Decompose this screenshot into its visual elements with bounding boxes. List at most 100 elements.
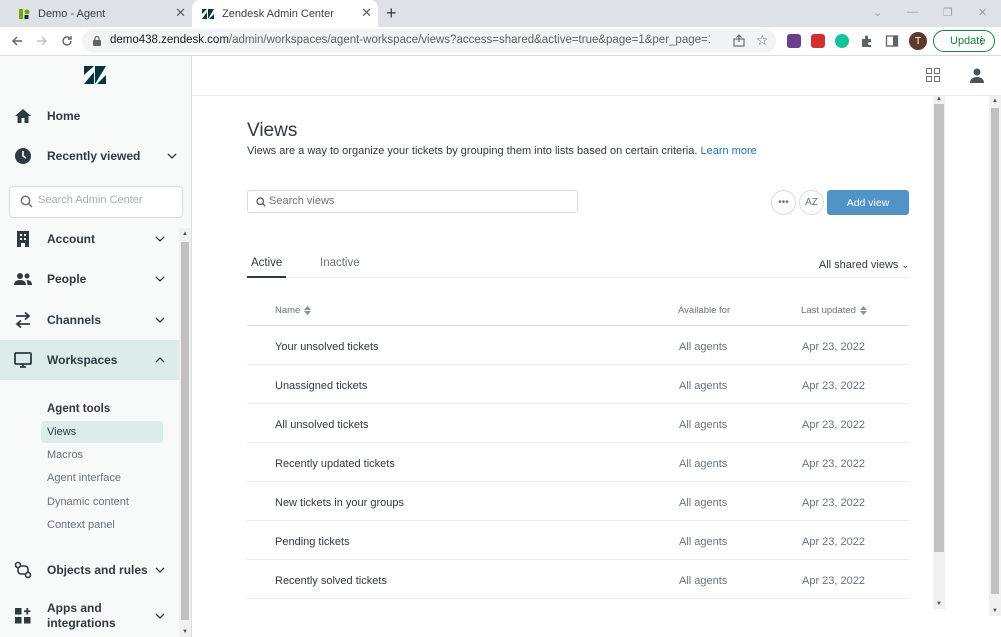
chevron-down-icon <box>155 567 165 573</box>
view-last-updated: Apr 23, 2022 <box>802 419 865 431</box>
sidebar-scrollbar[interactable]: ▲ ▼ <box>179 228 191 637</box>
view-name: Recently solved tickets <box>275 575 387 587</box>
lock-icon <box>93 35 101 46</box>
view-last-updated: Apr 23, 2022 <box>802 575 865 587</box>
table-row[interactable]: Your unsolved tickets All agents Apr 23,… <box>247 326 909 365</box>
grammarly-extension-icon[interactable] <box>835 34 849 48</box>
minimize-icon[interactable]: — <box>907 6 918 18</box>
side-panel-icon[interactable] <box>885 34 899 48</box>
reload-icon[interactable] <box>59 33 75 49</box>
view-name: Unassigned tickets <box>275 380 368 392</box>
tab-title: Demo - Agent <box>38 7 106 20</box>
scroll-down-arrow-icon[interactable]: ▼ <box>992 608 998 614</box>
share-icon[interactable] <box>732 34 746 48</box>
page-scrollbar[interactable]: ▲ ▼ <box>989 96 1001 616</box>
admin-sidebar: Home Recently viewed Account People Chan… <box>0 56 192 637</box>
search-icon <box>256 197 266 207</box>
browser-tab-demo-agent[interactable]: Demo - Agent ✕ <box>0 0 192 27</box>
view-available-for: All agents <box>679 380 728 392</box>
views-search-box[interactable] <box>247 190 578 213</box>
more-horizontal-icon: ••• <box>778 197 789 208</box>
sidebar-item-workspaces[interactable]: Workspaces <box>0 340 179 380</box>
search-field[interactable] <box>38 194 178 206</box>
scroll-up-arrow-icon[interactable]: ▲ <box>992 98 998 104</box>
scroll-up-arrow-icon[interactable]: ▲ <box>182 231 188 237</box>
zendesk-agent-favicon-icon <box>18 8 30 20</box>
scroll-down-arrow-icon[interactable]: ▼ <box>182 629 188 635</box>
view-name: Pending tickets <box>275 536 350 548</box>
back-arrow-icon[interactable] <box>9 33 25 49</box>
table-row[interactable]: Pending tickets All agents Apr 23, 2022 <box>247 521 909 560</box>
view-available-for: All agents <box>679 536 728 548</box>
sidebar-item-people[interactable]: People <box>0 259 179 299</box>
scrollbar-thumb[interactable] <box>934 104 944 552</box>
column-name-header[interactable]: Name <box>275 305 312 316</box>
content-scrollbar[interactable]: ▲ ▼ <box>933 96 945 609</box>
profile-avatar[interactable]: T <box>909 32 927 50</box>
browser-tab-bar: Demo - Agent ✕ Zendesk Admin Center ✕ + … <box>0 0 1001 27</box>
sidebar-subitem-macros[interactable]: Macros <box>41 444 163 466</box>
view-name: Recently updated tickets <box>275 458 395 470</box>
scrollbar-thumb[interactable] <box>181 242 189 620</box>
close-tab-icon[interactable]: ✕ <box>361 6 372 19</box>
browser-toolbar: demo438.zendesk.com/admin/workspaces/age… <box>0 27 1001 56</box>
product-tray-icon[interactable] <box>926 68 940 82</box>
admin-search-input[interactable] <box>9 186 183 218</box>
sidebar-item-recently-viewed[interactable]: Recently viewed <box>0 136 179 176</box>
sidebar-item-objects-and-rules[interactable]: Objects and rules <box>0 550 179 590</box>
sidebar-subitem-context-panel[interactable]: Context panel <box>41 514 163 536</box>
sort-az-button[interactable]: AZ <box>799 190 824 215</box>
scroll-down-arrow-icon[interactable]: ▼ <box>936 601 942 607</box>
zendesk-logo-icon[interactable] <box>84 66 106 84</box>
view-last-updated: Apr 23, 2022 <box>802 341 865 353</box>
extension-icon[interactable] <box>787 34 801 48</box>
close-tab-icon[interactable]: ✕ <box>175 6 186 19</box>
sort-icon <box>304 306 312 315</box>
update-button[interactable]: Update ⋮ <box>933 30 995 52</box>
tab-inactive[interactable]: Inactive <box>320 257 360 275</box>
sidebar-item-channels[interactable]: Channels <box>0 300 179 340</box>
bookmark-star-icon[interactable]: ☆ <box>756 32 769 49</box>
new-tab-icon[interactable]: + <box>386 4 397 22</box>
sort-icon <box>859 306 867 315</box>
close-window-icon[interactable]: ✕ <box>978 6 987 19</box>
table-row[interactable]: New tickets in your groups All agents Ap… <box>247 482 909 521</box>
view-last-updated: Apr 23, 2022 <box>802 380 865 392</box>
view-last-updated: Apr 23, 2022 <box>802 458 865 470</box>
admin-top-bar <box>193 56 1001 96</box>
tab-active[interactable]: Active <box>247 257 287 278</box>
sidebar-item-apps-and-integrations[interactable]: Apps and integrations <box>0 596 179 636</box>
chevron-down-icon[interactable]: ⌄ <box>873 6 882 19</box>
sidebar-item-account[interactable]: Account <box>0 219 179 259</box>
sidebar-subitem-dynamic-content[interactable]: Dynamic content <box>41 491 163 513</box>
forward-arrow-icon[interactable] <box>34 33 50 49</box>
learn-more-link[interactable]: Learn more <box>700 145 756 157</box>
pdf-extension-icon[interactable] <box>811 34 825 48</box>
views-search-input[interactable] <box>269 195 569 207</box>
add-view-button[interactable]: Add view <box>827 190 909 215</box>
table-row[interactable]: All unsolved tickets All agents Apr 23, … <box>247 404 909 443</box>
chevron-up-icon <box>155 357 165 363</box>
shared-views-filter[interactable]: All shared views ⌄ <box>819 259 909 271</box>
search-icon <box>20 195 33 208</box>
user-profile-icon[interactable] <box>969 67 985 83</box>
views-table: Name Available for Last updated Your uns… <box>247 292 909 599</box>
sidebar-subitem-agent-interface[interactable]: Agent interface <box>41 467 163 489</box>
restore-icon[interactable]: ❐ <box>943 6 953 19</box>
table-row[interactable]: Unassigned tickets All agents Apr 23, 20… <box>247 365 909 404</box>
chevron-down-icon <box>155 613 165 619</box>
more-options-button[interactable]: ••• <box>771 190 796 215</box>
sidebar-item-home[interactable]: Home <box>0 96 179 136</box>
column-available-header: Available for <box>678 305 731 316</box>
table-row[interactable]: Recently solved tickets All agents Apr 2… <box>247 560 909 599</box>
puzzle-extensions-icon[interactable] <box>860 34 874 48</box>
page-title: Views <box>247 120 298 141</box>
table-row[interactable]: Recently updated tickets All agents Apr … <box>247 443 909 482</box>
address-bar[interactable]: demo438.zendesk.com/admin/workspaces/age… <box>82 29 776 53</box>
browser-tab-admin-center[interactable]: Zendesk Admin Center ✕ <box>192 0 378 27</box>
chevron-down-icon: ⌄ <box>901 260 909 270</box>
column-updated-header[interactable]: Last updated <box>801 305 867 316</box>
sidebar-subitem-views[interactable]: Views <box>41 421 163 443</box>
scroll-up-arrow-icon[interactable]: ▲ <box>936 96 942 102</box>
scrollbar-thumb[interactable] <box>991 108 999 594</box>
